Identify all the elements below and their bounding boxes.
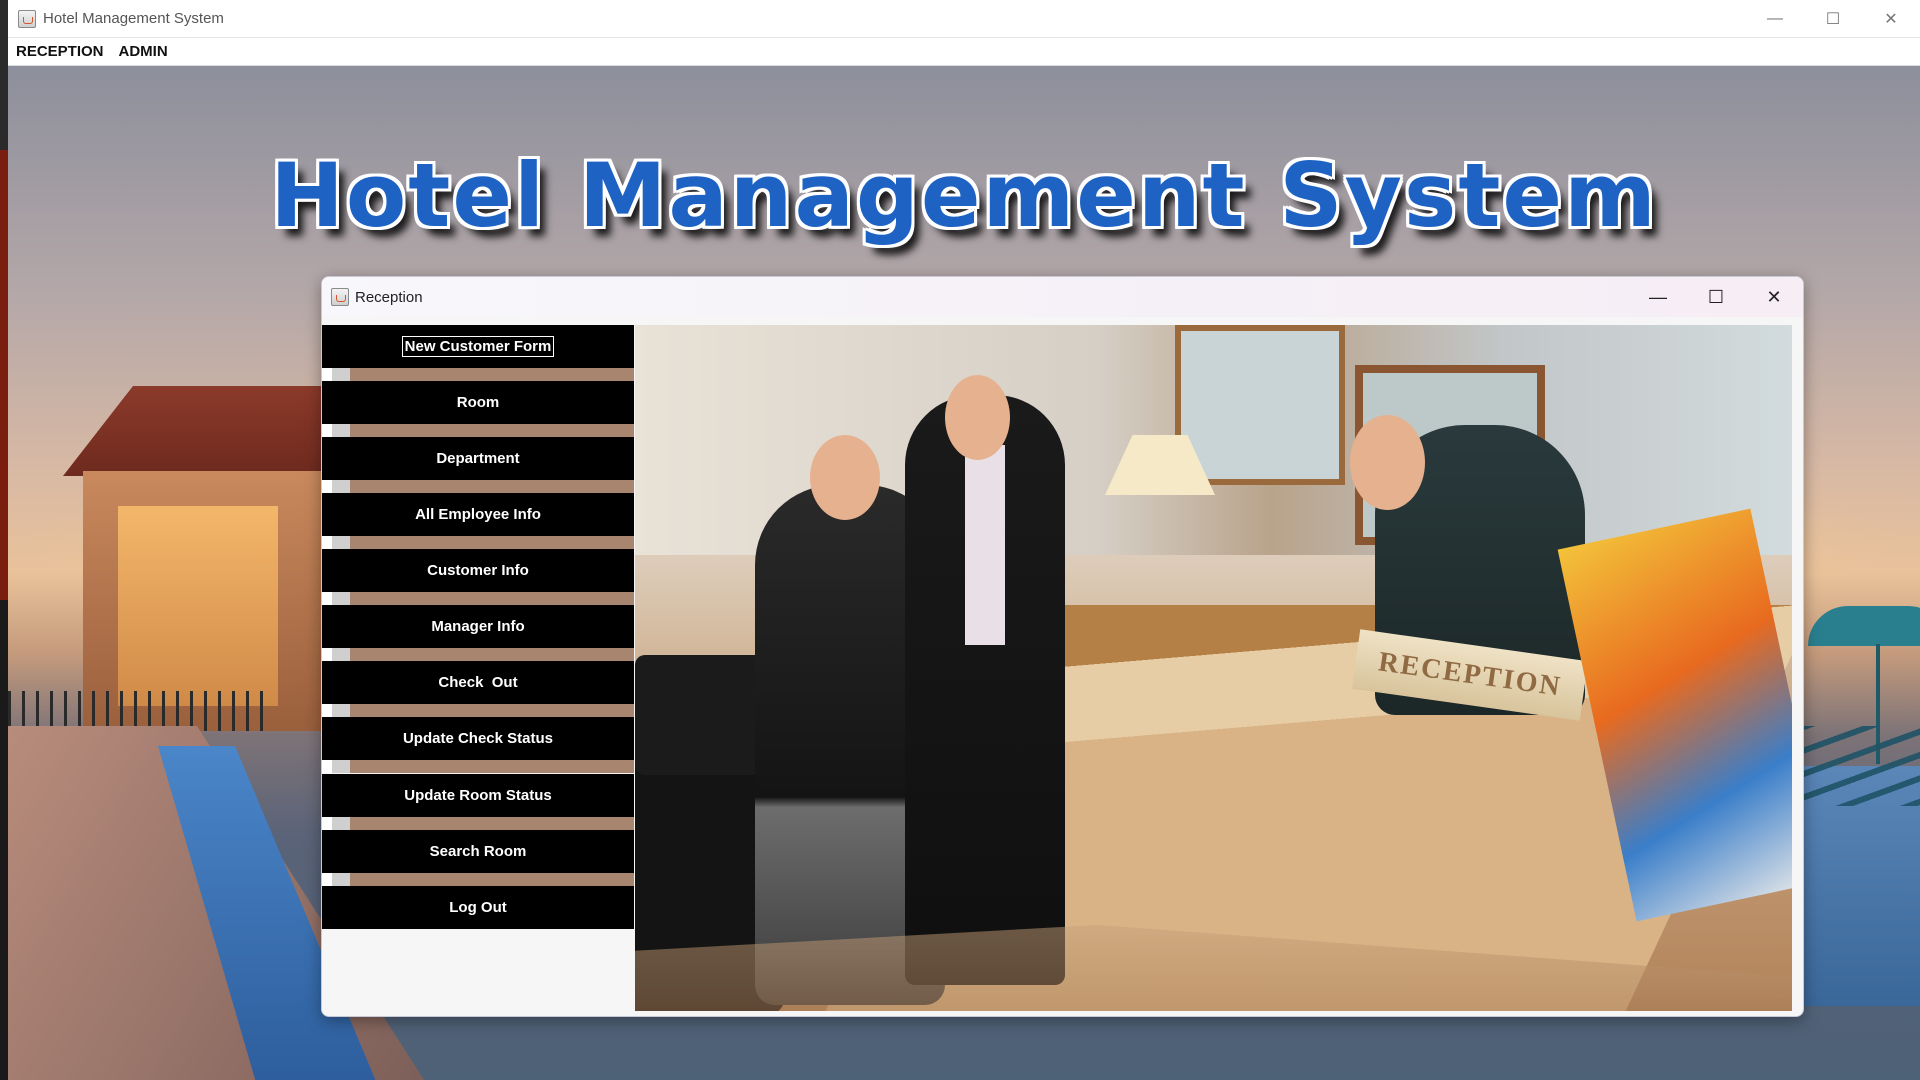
room-button[interactable]: Room	[322, 381, 634, 424]
menu-reception[interactable]: RECEPTION	[16, 43, 104, 60]
manager-info-button[interactable]: Manager Info	[322, 605, 634, 648]
reception-photo: RECEPTION	[635, 325, 1792, 1011]
button-label: Department	[436, 450, 520, 467]
java-cup-icon	[18, 9, 36, 28]
button-label: New Customer Form	[401, 336, 555, 357]
reception-title: Reception	[355, 288, 423, 306]
reception-controls: — ☐ ✕	[1629, 277, 1803, 317]
window-title: Hotel Management System	[43, 10, 224, 27]
reception-maximize-button[interactable]: ☐	[1687, 277, 1745, 317]
button-label: Search Room	[429, 843, 527, 860]
java-cup-icon	[331, 288, 349, 306]
pavilion-lit-interior	[118, 506, 278, 706]
minimize-button[interactable]: —	[1746, 0, 1804, 38]
desktop-edge	[0, 0, 8, 1080]
button-label: Manager Info	[431, 618, 525, 635]
pavilion-roof	[63, 386, 343, 476]
railing	[8, 691, 268, 731]
button-label: Update Room Status	[404, 787, 552, 804]
menubar: RECEPTION ADMIN	[8, 38, 1920, 66]
search-room-button[interactable]: Search Room	[322, 830, 634, 873]
update-check-status-button[interactable]: Update Check Status	[322, 717, 634, 760]
log-out-button[interactable]: Log Out	[322, 886, 634, 929]
sun-loungers	[1798, 726, 1920, 806]
check-out-button[interactable]: Check Out	[322, 661, 634, 704]
new-customer-form-button[interactable]: New Customer Form	[322, 325, 634, 368]
reception-titlebar[interactable]: Reception — ☐ ✕	[322, 277, 1803, 317]
beach-umbrella	[1808, 606, 1920, 646]
photo-window	[1175, 325, 1345, 485]
reception-close-button[interactable]: ✕	[1745, 277, 1803, 317]
button-label: Update Check Status	[402, 730, 554, 747]
window-controls: — ☐ ✕	[1746, 0, 1920, 38]
department-button[interactable]: Department	[322, 437, 634, 480]
face	[945, 375, 1010, 460]
desktop-background: Hotel Management System Reception — ☐ ✕ …	[8, 66, 1920, 1080]
reception-content: New Customer Form Room Department All Em…	[322, 317, 1803, 1016]
button-label: Log Out	[449, 899, 507, 916]
button-label: Room	[456, 394, 500, 411]
menu-admin[interactable]: ADMIN	[119, 43, 168, 60]
update-room-status-button[interactable]: Update Room Status	[322, 774, 634, 817]
all-employee-info-button[interactable]: All Employee Info	[322, 493, 634, 536]
customer-info-button[interactable]: Customer Info	[322, 549, 634, 592]
hero-title: Hotel Management System	[270, 144, 1658, 247]
main-titlebar[interactable]: Hotel Management System — ☐ ✕	[8, 0, 1920, 38]
handbag	[635, 655, 775, 775]
reception-menu: New Customer Form Room Department All Em…	[322, 325, 634, 1016]
shirt	[965, 445, 1005, 645]
reception-minimize-button[interactable]: —	[1629, 277, 1687, 317]
close-button[interactable]: ✕	[1862, 0, 1920, 38]
button-label: All Employee Info	[415, 506, 541, 523]
reception-window: Reception — ☐ ✕ New Customer Form Room D…	[321, 276, 1804, 1017]
face	[1350, 415, 1425, 510]
main-window: Hotel Management System — ☐ ✕ RECEPTION …	[8, 0, 1920, 1080]
face	[810, 435, 880, 520]
button-label: Check Out	[438, 674, 518, 691]
maximize-button[interactable]: ☐	[1804, 0, 1862, 38]
button-label: Customer Info	[427, 562, 529, 579]
